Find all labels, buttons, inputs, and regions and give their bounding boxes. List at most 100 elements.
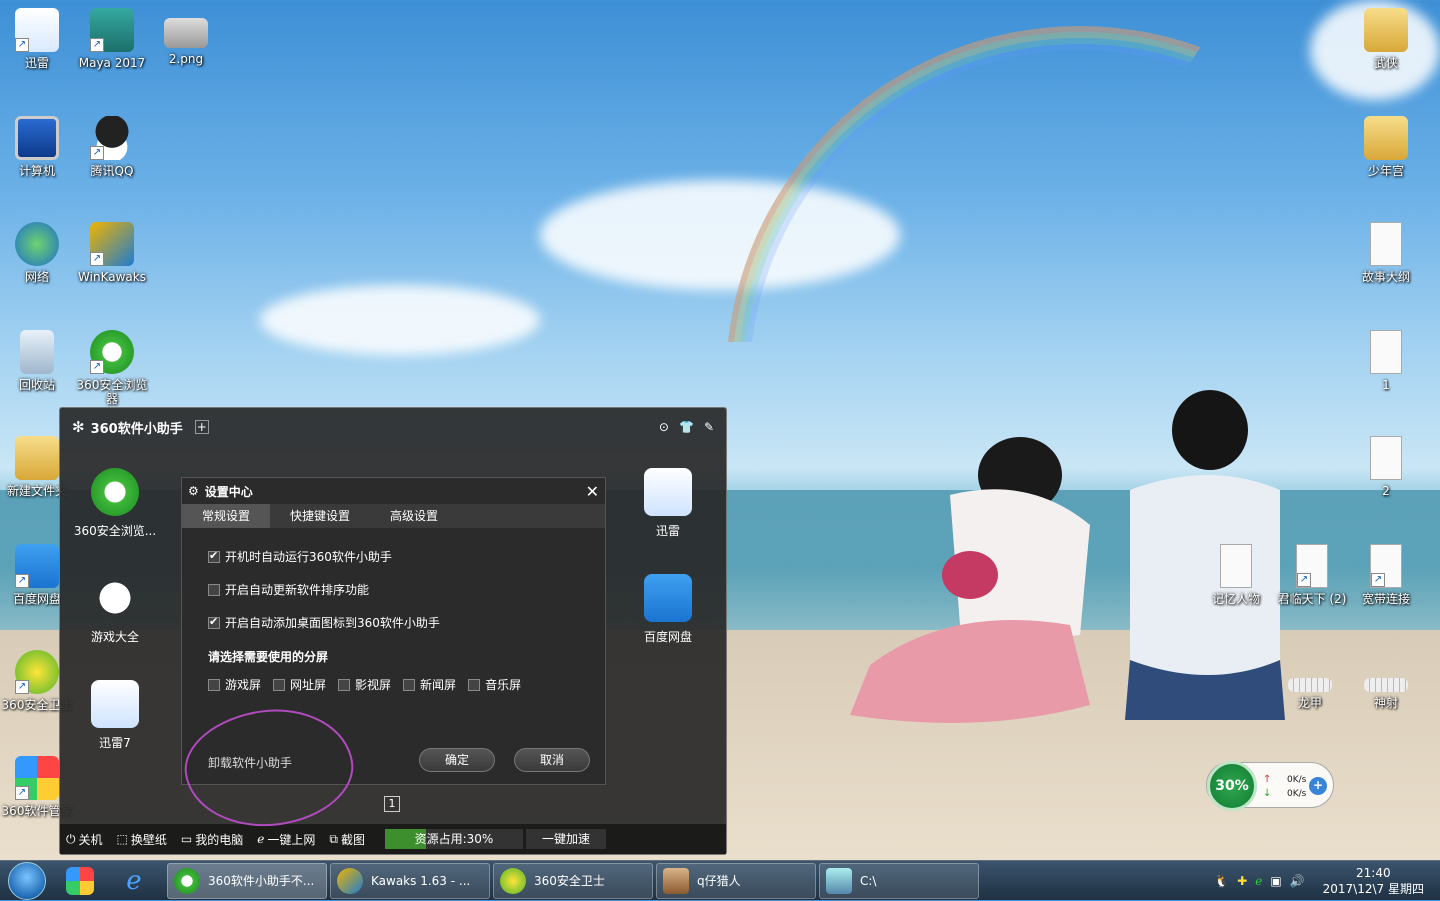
tab-hotkeys[interactable]: 快捷键设置	[270, 504, 370, 528]
desktop-icon-shenshe[interactable]: 神射	[1350, 664, 1422, 710]
desktop-icon-qq[interactable]: ↗ 腾讯QQ	[76, 116, 148, 178]
360-safe-icon: ↗	[15, 650, 59, 694]
onekey-net-button[interactable]: ℯ 一键上网	[257, 831, 315, 848]
scissors-icon: ⧉	[329, 831, 338, 846]
taskbar-item-qzai[interactable]: q仔猎人	[656, 862, 816, 899]
volume-icon[interactable]: 🔊	[1290, 874, 1305, 888]
screen-web[interactable]: 网址屏	[273, 676, 326, 693]
360-software-icon: ↗	[15, 756, 59, 800]
desktop-icon-network[interactable]: 网络	[1, 222, 73, 284]
add-tab-icon[interactable]: +	[194, 420, 209, 434]
menu-dropdown-icon[interactable]: ⊙	[659, 420, 669, 434]
wallpaper-button[interactable]: ⬚ 换壁纸	[117, 831, 167, 848]
tab-advanced[interactable]: 高级设置	[370, 504, 458, 528]
taskbar-item-explorer[interactable]: C:\	[819, 862, 979, 899]
maya-icon: ↗	[90, 8, 134, 52]
screen-video[interactable]: 影视屏	[338, 676, 391, 693]
desktop-icon-broadband[interactable]: ↗ 宽带连接	[1350, 544, 1422, 606]
boost-button[interactable]: 一键加速	[525, 829, 606, 849]
desktop-icon-shaoniangong[interactable]: 少年宫	[1350, 116, 1422, 178]
checkbox[interactable]	[208, 678, 220, 691]
page-indicator[interactable]: 1	[384, 796, 400, 812]
document-icon	[1370, 222, 1402, 266]
wallpaper-icon: ⬚	[116, 832, 128, 846]
onekey-net-label: 一键上网	[267, 832, 316, 847]
skin-icon[interactable]: 👕	[679, 420, 694, 434]
app-label: 迅雷7	[99, 736, 131, 750]
ok-button[interactable]: 确定	[419, 748, 495, 772]
desktop-icon-memory-people[interactable]: 记忆人物	[1200, 544, 1272, 606]
screen-label: 新闻屏	[420, 678, 457, 692]
shutdown-button[interactable]: ⏻ 关机	[66, 831, 103, 848]
checkbox[interactable]	[208, 615, 220, 629]
checkbox[interactable]	[208, 549, 220, 563]
app-baidu-pan[interactable]: 百度网盘	[623, 574, 713, 645]
desktop-icon-doc-2[interactable]: 2	[1350, 436, 1422, 498]
screenshot-button[interactable]: ⧉ 截图	[329, 831, 365, 848]
app-thunder7[interactable]: 迅雷7	[70, 680, 160, 751]
desktop-icon-label: 1	[1382, 378, 1390, 392]
taskbar-item-label: 360软件小助手不...	[208, 874, 315, 888]
desktop-icon-junlin[interactable]: ↗ 君临天下 (2)	[1274, 544, 1350, 606]
network-speed-widget[interactable]: 30% ↑ ↓ 0K/s 0K/s +	[1206, 761, 1334, 811]
qq-tray-icon[interactable]: 🐧	[1214, 874, 1229, 888]
clock[interactable]: 21:40 2017\12\7 星期四	[1323, 865, 1424, 897]
desktop-icon-2png[interactable]: 2.png	[150, 8, 222, 66]
desktop-icon-recycle-bin[interactable]: 回收站	[1, 330, 73, 392]
desktop-icon-label: 计算机	[18, 164, 55, 178]
screen-news[interactable]: 新闻屏	[403, 676, 456, 693]
edit-icon[interactable]: ✎	[704, 420, 714, 434]
start-button[interactable]	[8, 861, 46, 900]
pinned-360-software[interactable]	[60, 864, 100, 898]
taskbar-item-360-safe[interactable]: 360安全卫士	[493, 862, 653, 899]
screen-game[interactable]: 游戏屏	[208, 676, 261, 693]
desktop-icon-thunder[interactable]: ↗ 迅雷	[1, 8, 73, 70]
360-safe-tray-icon[interactable]: ✚	[1237, 874, 1247, 888]
desktop-icon-label: 回收站	[18, 378, 55, 392]
assistant-titlebar[interactable]: ✻ 360软件小助手 + ⊙ 👕 ✎	[60, 408, 726, 446]
desktop-icon-story-outline[interactable]: 故事大纲	[1350, 222, 1422, 284]
memory-percent: 30%	[1207, 761, 1257, 811]
desktop-icon-computer[interactable]: 计算机	[1, 116, 73, 178]
checkbox[interactable]	[468, 678, 481, 691]
winkawaks-icon: ↗	[90, 222, 134, 266]
pinned-ie[interactable]: ℯ	[114, 864, 154, 898]
network-tray-icon[interactable]: ▣	[1270, 874, 1281, 888]
document-icon: ↗	[1296, 544, 1328, 588]
app-game-center[interactable]: 游戏大全	[70, 574, 160, 645]
option-auto-sort[interactable]: 开启自动更新软件排序功能	[208, 581, 369, 598]
desktop-icon-maya[interactable]: ↗ Maya 2017	[76, 8, 148, 70]
option-auto-add-icons[interactable]: 开启自动添加桌面图标到360软件小助手	[208, 614, 440, 631]
desktop-icon-label: WinKawaks	[78, 270, 146, 284]
resource-usage-bar[interactable]: 资源占用:30%	[384, 829, 523, 849]
taskbar-item-kawaks[interactable]: Kawaks 1.63 - ...	[330, 862, 490, 899]
plus-icon[interactable]: +	[1309, 777, 1327, 795]
split-screen-heading: 请选择需要使用的分屏	[208, 650, 329, 664]
360-browser-tray-icon[interactable]: ℯ	[1255, 874, 1262, 888]
document-icon	[1370, 330, 1402, 374]
checkbox[interactable]	[208, 583, 220, 596]
checkbox[interactable]	[403, 678, 416, 691]
shutdown-label: 关机	[78, 832, 103, 847]
settings-header[interactable]: ⚙ 设置中心 ✕	[182, 478, 605, 504]
desktop-icon-wuxia[interactable]: 武侠	[1350, 8, 1422, 70]
desktop-icon-label: 2	[1382, 484, 1390, 498]
mycomputer-button[interactable]: ▭ 我的电脑	[181, 831, 243, 848]
app-thunder[interactable]: 迅雷	[623, 468, 713, 539]
option-autostart[interactable]: 开机时自动运行360软件小助手	[208, 548, 392, 565]
checkbox[interactable]	[273, 678, 286, 691]
desktop-icon-doc-1[interactable]: 1	[1350, 330, 1422, 392]
taskbar-item-assistant[interactable]: 360软件小助手不...	[167, 862, 327, 899]
desktop-icon-winkawaks[interactable]: ↗ WinKawaks	[76, 222, 148, 284]
screen-music[interactable]: 音乐屏	[468, 676, 521, 693]
app-label: 迅雷	[655, 524, 680, 538]
close-icon[interactable]: ✕	[586, 482, 599, 501]
assistant-statusbar: ⏻ 关机 ⬚ 换壁纸 ▭ 我的电脑 ℯ 一键上网 ⧉ 截图 资源占用:30% 一键加速	[60, 824, 726, 854]
cancel-button[interactable]: 取消	[514, 748, 590, 772]
desktop-icon-360-browser[interactable]: ↗ 360安全浏览器	[76, 330, 148, 406]
checkbox[interactable]	[338, 678, 351, 691]
app-360-browser[interactable]: 360安全浏览...	[70, 468, 160, 539]
desktop-icon-longjia[interactable]: 龙甲	[1274, 664, 1346, 710]
mycomputer-label: 我的电脑	[195, 832, 244, 847]
tab-general[interactable]: 常规设置	[182, 504, 271, 528]
